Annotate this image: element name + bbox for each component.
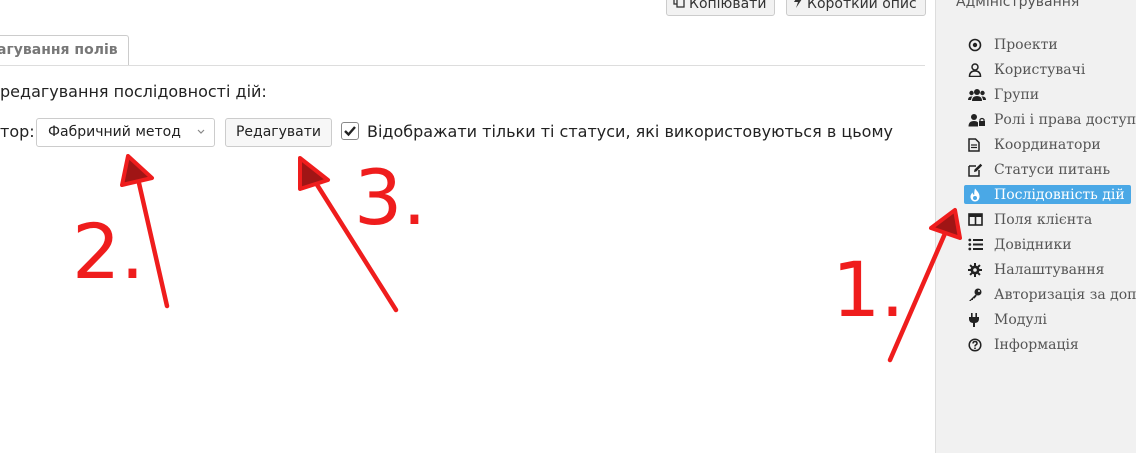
- arrow-3-head: [298, 156, 330, 191]
- sidebar-item-info[interactable]: Інформація: [964, 335, 1079, 354]
- generator-label: тор:: [0, 122, 35, 141]
- gear-icon: [968, 262, 990, 278]
- list-icon: [968, 237, 990, 253]
- sidebar-title: Адміністрування: [956, 0, 1080, 10]
- tab-field-editing[interactable]: агування полів: [0, 35, 129, 66]
- sidebar-item-workflow[interactable]: Послідовність дій: [964, 185, 1131, 204]
- edit-button-label: Редагувати: [235, 124, 322, 140]
- sidebar-item-client-fields[interactable]: Поля клієнта: [964, 210, 1092, 229]
- copy-icon: [673, 0, 685, 16]
- sidebar-item-label: Авторизація за допомогою: [994, 286, 1136, 303]
- edit-button[interactable]: Редагувати: [225, 118, 332, 147]
- user-lock-icon: [968, 112, 990, 128]
- sidebar-item-issue-statuses[interactable]: Статуси питань: [964, 160, 1110, 179]
- target-icon: [968, 37, 990, 53]
- fire-icon: [968, 187, 990, 203]
- sidebar-item-coordinators[interactable]: Координатори: [964, 135, 1101, 154]
- used-statuses-checkbox[interactable]: [341, 122, 359, 140]
- sidebar-item-settings[interactable]: Налаштування: [964, 260, 1105, 279]
- sidebar-item-projects[interactable]: Проекти: [964, 35, 1058, 54]
- sidebar-item-label: Проекти: [994, 36, 1058, 53]
- sidebar-item-roles[interactable]: Ролі і права доступу: [964, 110, 1136, 129]
- sidebar-item-label: Налаштування: [994, 261, 1105, 278]
- sidebar-item-directories[interactable]: Довідники: [964, 235, 1072, 254]
- annotation-label-2: 2.: [72, 207, 145, 296]
- sidebar-item-groups[interactable]: Групи: [964, 85, 1039, 104]
- arrow-2-head: [120, 154, 154, 187]
- sequence-description: редагування послідовності дій:: [0, 82, 267, 101]
- arrow-3-line: [306, 169, 399, 313]
- used-statuses-label: Відображати тільки ті статуси, які викор…: [367, 122, 893, 141]
- sidebar-item-label: Ролі і права доступу: [994, 111, 1136, 128]
- tab-divider: [0, 65, 925, 66]
- columns-icon: [968, 212, 990, 228]
- sidebar-item-label: Групи: [994, 86, 1040, 103]
- generator-select-value: Фабричний метод: [48, 124, 181, 140]
- bolt-icon: [793, 0, 803, 16]
- generator-select[interactable]: Фабричний метод: [36, 118, 215, 147]
- sidebar-item-modules[interactable]: Модулі: [964, 310, 1047, 329]
- annotation-label-3: 3.: [354, 153, 427, 242]
- short-description-label: Короткий опис: [807, 0, 917, 12]
- sidebar-item-label: Користувачі: [994, 61, 1086, 78]
- help-icon: [968, 337, 990, 353]
- sidebar-item-label: Послідовність дій: [994, 186, 1125, 203]
- chevron-down-icon: [196, 119, 206, 156]
- sidebar-item-label: Довідники: [994, 236, 1072, 253]
- users-icon: [968, 87, 990, 103]
- edit-icon: [968, 162, 990, 178]
- short-description-button[interactable]: Короткий опис: [786, 0, 926, 16]
- checkmark-icon: [344, 126, 356, 137]
- plug-icon: [968, 312, 990, 328]
- sidebar-item-label: Інформація: [994, 336, 1079, 353]
- copy-button-label: Копіювати: [689, 0, 767, 12]
- arrow-2-line: [133, 167, 170, 309]
- sidebar-item-label: Поля клієнта: [994, 211, 1093, 228]
- document-icon: [968, 137, 990, 153]
- user-icon: [968, 62, 990, 78]
- sidebar-item-label: Координатори: [994, 136, 1101, 153]
- copy-button[interactable]: Копіювати: [666, 0, 776, 16]
- sidebar-item-auth[interactable]: Авторизація за допомогою: [964, 285, 1136, 304]
- sidebar-item-label: Модулі: [994, 311, 1047, 328]
- tab-label: агування полів: [0, 42, 118, 58]
- sidebar-item-users[interactable]: Користувачі: [964, 60, 1085, 79]
- annotation-label-1: 1.: [832, 245, 905, 334]
- sidebar-item-label: Статуси питань: [994, 161, 1111, 178]
- key-icon: [968, 287, 990, 303]
- admin-sidebar: Адміністрування Проекти Користувачі Груп…: [935, 0, 1136, 453]
